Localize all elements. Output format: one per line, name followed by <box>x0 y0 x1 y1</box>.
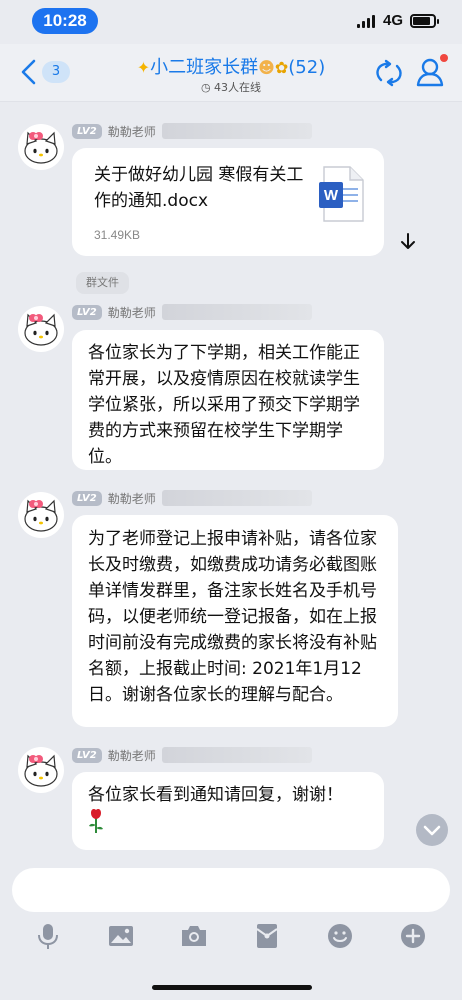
hello-kitty-avatar-icon <box>24 131 58 164</box>
sender-info: LV2 勒勒老师 <box>72 303 312 321</box>
online-count: 43人在线 <box>214 81 262 94</box>
avatar[interactable] <box>18 306 64 352</box>
hello-kitty-avatar-icon <box>24 313 58 346</box>
image-icon[interactable] <box>107 922 135 950</box>
message-input[interactable] <box>12 868 450 912</box>
word-letter: W <box>324 187 339 204</box>
camera-icon[interactable] <box>180 922 208 950</box>
sender-info: LV2 勒勒老师 <box>72 489 312 507</box>
level-badge: LV2 <box>72 123 102 139</box>
avatar[interactable] <box>18 747 64 793</box>
message-text: 各位家长看到通知请回复，谢谢！ <box>88 785 343 805</box>
status-bar: 10:28 4G <box>0 0 462 44</box>
redacted-name <box>161 304 312 320</box>
sender-name[interactable]: 勒勒老师 <box>108 304 156 321</box>
sender-info: LV2 勒勒老师 <box>72 122 312 140</box>
star-emoji-icon: ✦ <box>136 58 151 77</box>
redacted-name <box>161 490 312 506</box>
member-count: (52) <box>288 57 326 78</box>
avatar[interactable] <box>18 124 64 170</box>
red-packet-icon[interactable] <box>253 922 281 950</box>
signal-icon <box>357 15 377 28</box>
level-badge: LV2 <box>72 747 102 763</box>
group-name: 小二班家长群 <box>150 57 259 78</box>
plus-icon[interactable] <box>399 922 427 950</box>
message-text: 为了老师登记上报申请补贴，请各位家长及时缴费，如缴费成功请务必截图账单详情发群里… <box>88 529 377 705</box>
emoji-icon[interactable] <box>326 922 354 950</box>
mic-icon[interactable] <box>34 922 62 950</box>
input-toolbar <box>0 918 462 958</box>
avatar[interactable] <box>18 492 64 538</box>
home-indicator <box>152 985 312 990</box>
redacted-name <box>161 747 312 763</box>
scroll-down-button[interactable] <box>416 814 448 846</box>
group-file-tag[interactable]: 群文件 <box>76 272 129 294</box>
network-type: 4G <box>383 12 404 29</box>
redacted-name <box>161 123 312 139</box>
message-text: 各位家长为了下学期，相关工作能正常开展，以及疫情原因在校就读学生学位紧张，所以采… <box>88 343 360 467</box>
sender-name[interactable]: 勒勒老师 <box>108 747 156 764</box>
sender-info: LV2 勒勒老师 <box>72 746 312 764</box>
text-message[interactable]: 各位家长为了下学期，相关工作能正常开展，以及疫情原因在校就读学生学位紧张，所以采… <box>72 330 384 470</box>
word-doc-icon: W <box>319 166 364 222</box>
hello-kitty-avatar-icon <box>24 754 58 787</box>
rose-icon <box>89 809 103 833</box>
clock-icon: ◷ <box>200 81 211 94</box>
call-icon[interactable] <box>373 58 405 88</box>
text-message[interactable]: 各位家长看到通知请回复，谢谢！ <box>72 772 384 850</box>
download-icon[interactable] <box>396 230 420 254</box>
sender-name[interactable]: 勒勒老师 <box>108 123 156 140</box>
baby-emoji-icon: ☻ <box>258 58 275 77</box>
file-message[interactable]: 关于做好幼儿园 寒假有关工作的通知.docx W 31.49KB <box>72 148 384 256</box>
status-time: 10:28 <box>32 8 98 34</box>
level-badge: LV2 <box>72 490 102 506</box>
sunflower-emoji-icon: ✿ <box>274 58 289 77</box>
chat-header: 3 ✦小二班家长群☻✿(52) ◷ 43人在线 <box>0 44 462 102</box>
file-size: 31.49KB <box>94 228 141 242</box>
chevron-down-icon <box>423 825 441 836</box>
level-badge: LV2 <box>72 304 102 320</box>
notification-dot <box>440 54 448 62</box>
sender-name[interactable]: 勒勒老师 <box>108 490 156 507</box>
battery-icon <box>410 14 439 28</box>
text-message[interactable]: 为了老师登记上报申请补贴，请各位家长及时缴费，如缴费成功请务必截图账单详情发群里… <box>72 515 398 727</box>
file-name: 关于做好幼儿园 寒假有关工作的通知.docx <box>94 165 304 211</box>
hello-kitty-avatar-icon <box>24 499 58 532</box>
